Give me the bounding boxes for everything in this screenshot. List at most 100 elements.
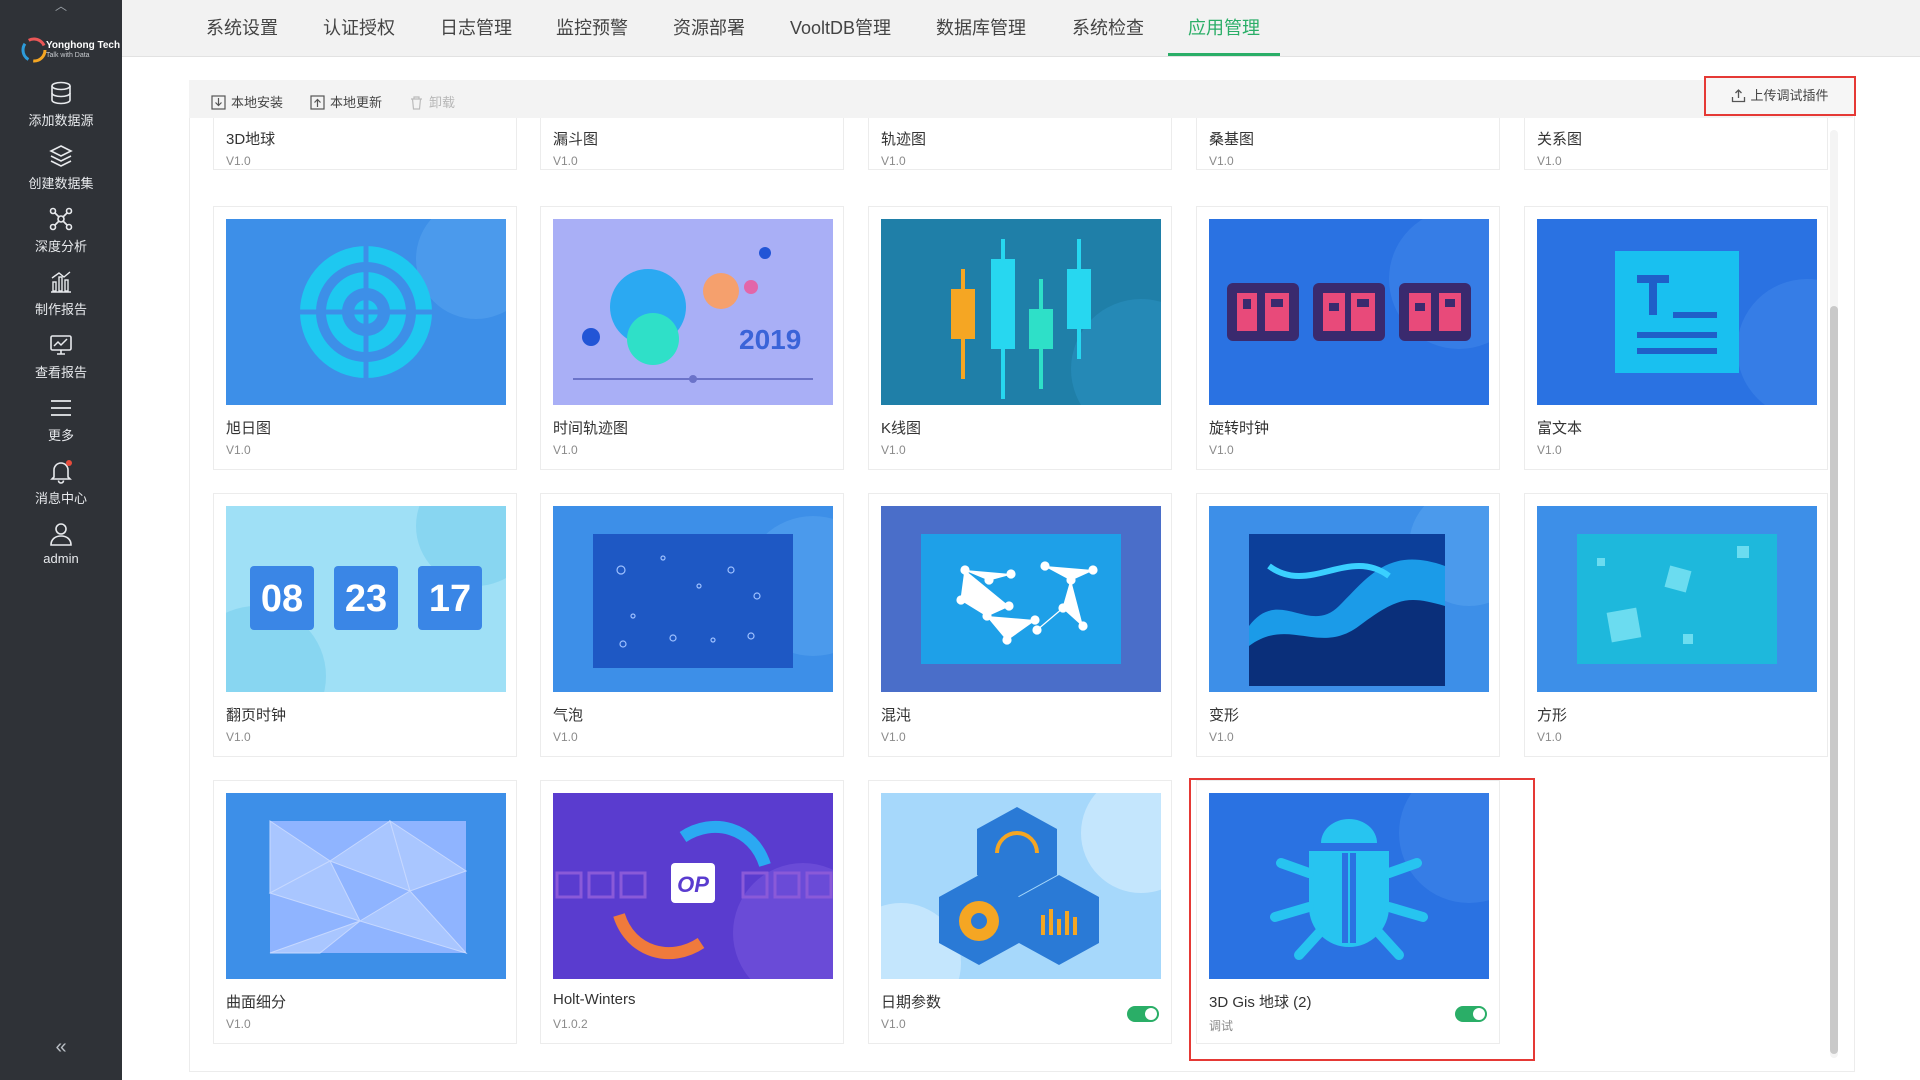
sidebar-item-label: 消息中心 [34,491,87,506]
sidebar-item-deep-analysis[interactable]: 深度分析 [0,206,122,268]
plugin-name: 桑基图 [1209,131,1255,148]
upload-box-icon [310,95,325,110]
plugin-card[interactable]: 轨迹图 V1.0 [868,118,1172,170]
plugin-card-3d-gis-debug[interactable]: 3D Gis 地球 (2) 调试 [1196,780,1500,1044]
sidebar-item-make-report[interactable]: 制作报告 [0,269,122,331]
sidebar-item-admin[interactable]: admin [0,521,122,583]
plugin-name: 变形 [1209,707,1240,724]
plugin-card-date-param[interactable]: 日期参数 V1.0 [868,780,1172,1044]
bar-chart-icon [51,271,71,293]
flip-digit-hours: 08 [261,578,303,620]
plugin-version: V1.0 [881,154,906,168]
sidebar-item-create-dataset[interactable]: 创建数据集 [0,143,122,205]
uninstall-button[interactable]: 卸载 [409,92,455,110]
logo-icon [21,37,47,63]
local-update-button[interactable]: 本地更新 [310,92,382,110]
plugin-card-chaos[interactable]: 混沌 V1.0 [868,493,1172,757]
tab-logs[interactable]: 日志管理 [440,0,512,56]
plugin-card-holt-winters[interactable]: OP Holt-Winters V1.0.2 [540,780,844,1044]
plugin-version: V1.0 [226,1017,251,1031]
database-icon [51,81,71,105]
plugin-name: 3D Gis 地球 (2) [1209,994,1312,1011]
plugin-version: V1.0 [553,730,578,744]
chaos-thumbnail [881,506,1161,692]
plugin-version: V1.0 [1209,730,1234,744]
plugin-card[interactable]: 3D地球 V1.0 [213,118,517,170]
plugin-card[interactable]: 漏斗图 V1.0 [540,118,844,170]
square-thumbnail [1537,506,1817,692]
scrollbar[interactable] [1830,130,1838,1058]
holtwinters-thumbnail: OP [553,793,833,979]
debug-thumbnail [1209,793,1489,979]
bubble-thumbnail [553,506,833,692]
plugin-name: 日期参数 [881,994,942,1011]
plugin-card-sunburst[interactable]: 旭日图 V1.0 [213,206,517,470]
local-update-label: 本地更新 [330,95,383,110]
plugin-card-square[interactable]: 方形 V1.0 [1524,493,1828,757]
tessellation-thumbnail [226,793,506,979]
plugin-version: V1.0 [1209,154,1234,168]
tab-system-check[interactable]: 系统检查 [1072,0,1144,56]
plugin-name: 3D地球 [226,131,276,148]
logo[interactable]: Yonghong Tech Talk with Data [14,28,120,68]
plugin-name: 关系图 [1537,131,1583,148]
monitor-chart-icon [50,335,72,355]
tab-auth[interactable]: 认证授权 [323,0,395,56]
plugin-version: V1.0 [226,154,251,168]
plugin-name: K线图 [881,420,922,437]
sidebar-item-label: 深度分析 [34,239,87,254]
scrollbar-thumb[interactable] [1830,306,1838,1054]
collapse-sidebar-icon[interactable]: « [0,1036,122,1059]
sidebar-item-add-datasource[interactable]: 添加数据源 [0,80,122,142]
plugin-card[interactable]: 关系图 V1.0 [1524,118,1828,170]
local-install-button[interactable]: 本地安装 [211,92,283,110]
plugin-version: V1.0.2 [553,1017,588,1031]
plugin-name: 富文本 [1537,420,1583,437]
plugin-name: 气泡 [553,707,584,724]
plugin-card-tessellation[interactable]: 曲面细分 V1.0 [213,780,517,1044]
plugin-name: 混沌 [881,707,912,724]
plugin-name: Holt-Winters [553,991,636,1008]
plugin-card-bubble[interactable]: 气泡 V1.0 [540,493,844,757]
flip-digit-minutes: 23 [345,578,387,620]
plugin-card-kline[interactable]: K线图 V1.0 [868,206,1172,470]
tab-system-settings[interactable]: 系统设置 [206,0,278,56]
toolbar: 本地安装 本地更新 卸载 [189,80,1853,118]
sidebar-item-label: 查看报告 [34,365,87,380]
plugin-card-rotating-clock[interactable]: 旋转时钟 V1.0 [1196,206,1500,470]
sidebar-item-view-report[interactable]: 查看报告 [0,332,122,394]
plugin-card-deform[interactable]: 变形 V1.0 [1196,493,1500,757]
plugin-version: V1.0 [226,443,251,457]
plugin-card[interactable]: 桑基图 V1.0 [1196,118,1500,170]
logo-tagline: Talk with Data [46,52,90,59]
deform-thumbnail [1209,506,1489,692]
plugin-version: V1.0 [881,1017,906,1031]
plugin-card-flip-clock[interactable]: 08 23 17 翻页时钟 V1.0 [213,493,517,757]
plugin-card-rich-text[interactable]: 富文本 V1.0 [1524,206,1828,470]
holtwinters-op-text: OP [677,872,709,897]
plugin-enable-toggle[interactable] [1127,1006,1159,1022]
sidebar-item-message-center[interactable]: 消息中心 [0,458,122,520]
plugin-version: V1.0 [553,154,578,168]
timeline-year: 2019 [739,324,801,355]
tab-monitoring[interactable]: 监控预警 [556,0,628,56]
plugin-card-time-track[interactable]: 2019 时间轨迹图 V1.0 [540,206,844,470]
upload-debug-plugin-button[interactable]: 上传调试插件 [1704,76,1856,116]
tab-app-management[interactable]: 应用管理 [1168,0,1280,56]
dateparam-thumbnail [881,793,1161,979]
sidebar-item-more[interactable]: 更多 [0,395,122,457]
tab-vooltdb[interactable]: VooltDB管理 [790,0,891,56]
network-analysis-icon [49,207,73,231]
plugin-version: V1.0 [553,443,578,457]
logo-title: Yonghong Tech [46,40,121,51]
chevron-up-icon[interactable]: ︿ [0,0,122,14]
menu-icon [51,400,71,416]
sidebar: ︿ Yonghong Tech Talk with Data 添加数据源 创建数… [0,0,122,1080]
tab-resource-deploy[interactable]: 资源部署 [673,0,745,56]
upload-icon [1732,89,1746,103]
flipclock-thumbnail: 08 23 17 [226,506,506,692]
plugin-enable-toggle[interactable] [1455,1006,1487,1022]
tab-database[interactable]: 数据库管理 [936,0,1026,56]
plugin-name: 旭日图 [226,420,272,437]
upload-debug-label: 上传调试插件 [1750,88,1829,103]
